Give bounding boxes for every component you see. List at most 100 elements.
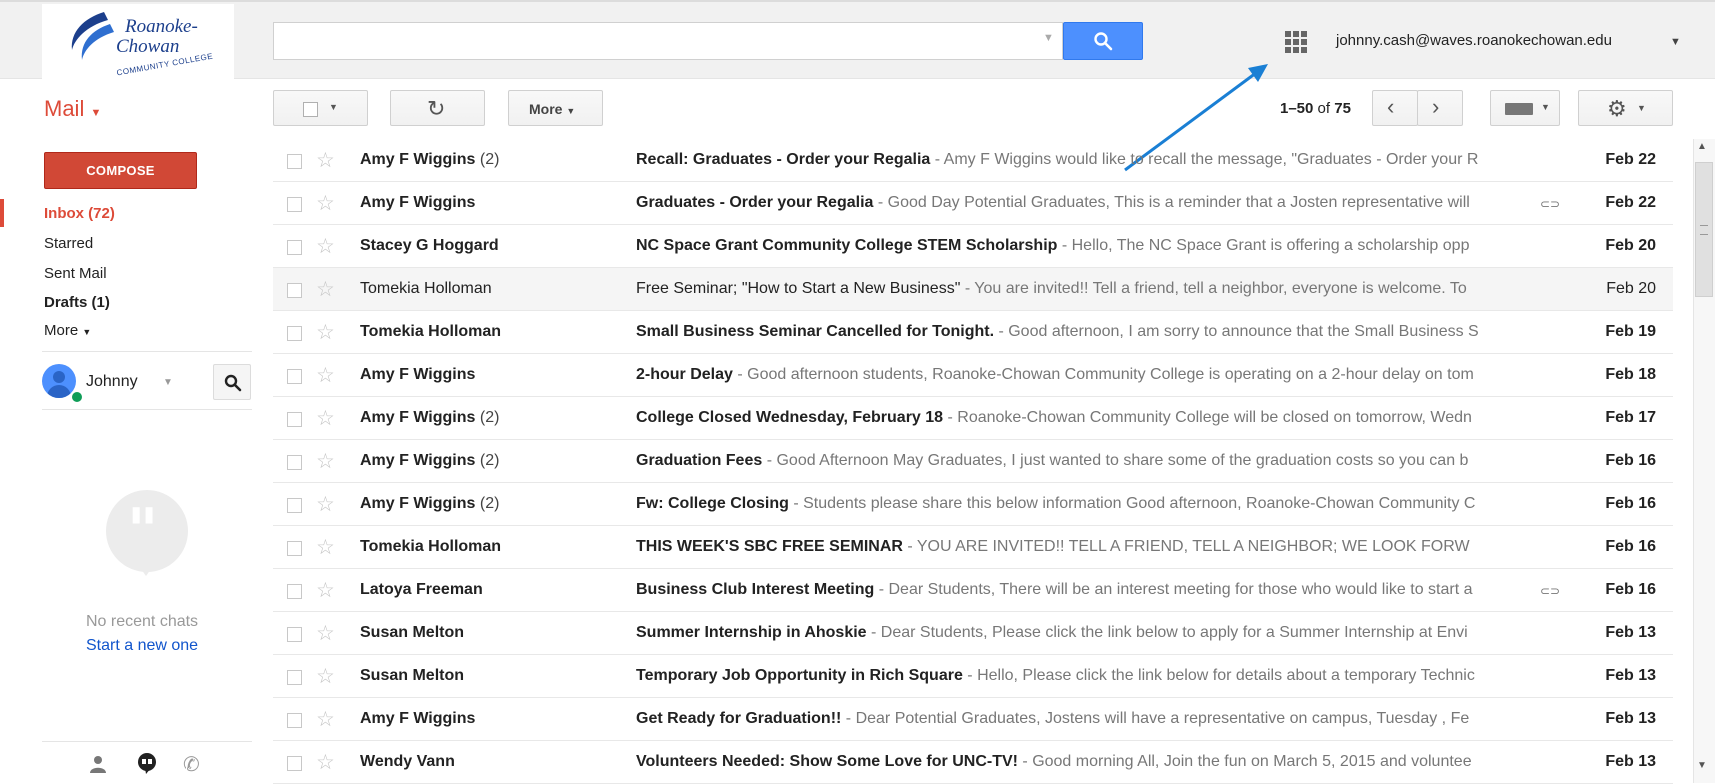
star-icon[interactable]: ☆ xyxy=(316,320,335,345)
search-button[interactable] xyxy=(1063,22,1143,60)
star-icon[interactable]: ☆ xyxy=(316,578,335,603)
message-date: Feb 19 xyxy=(1605,323,1656,340)
table-row[interactable]: ☆ Amy F Wiggins (2) Graduation Fees - Good… xyxy=(273,440,1673,483)
apps-grid-icon[interactable] xyxy=(1285,31,1307,53)
row-checkbox[interactable] xyxy=(287,541,302,556)
star-icon[interactable]: ☆ xyxy=(316,363,335,388)
table-row[interactable]: ☆ Latoya Freeman Business Club Interest Me… xyxy=(273,569,1673,612)
row-checkbox[interactable] xyxy=(287,412,302,427)
search-input[interactable] xyxy=(282,23,1026,59)
search-options-dropdown-icon[interactable]: ▼ xyxy=(1043,32,1054,44)
message-subject: THIS WEEK'S SBC FREE SEMINAR xyxy=(636,538,903,555)
message-snippet: - Good afternoon, I am sorry to announce… xyxy=(994,323,1479,340)
message-date: Feb 17 xyxy=(1605,409,1656,426)
row-checkbox[interactable] xyxy=(287,756,302,771)
sidebar-item-drafts[interactable]: Drafts (1) xyxy=(44,294,110,311)
table-row[interactable]: ☆ Amy F Wiggins Graduates - Order your Reg… xyxy=(273,182,1673,225)
table-row[interactable]: ☆ Amy F Wiggins (2) Recall: Graduates - Or… xyxy=(273,139,1673,182)
sidebar-item-more[interactable]: More ▼ xyxy=(44,322,91,339)
message-subject-line: Fw: College Closing - Students please sh… xyxy=(636,495,1532,513)
table-row[interactable]: ☆ Susan Melton Summer Internship in Ahoski… xyxy=(273,612,1673,655)
star-icon[interactable]: ☆ xyxy=(316,277,335,302)
message-snippet: - Hello, The NC Space Grant is offering … xyxy=(1057,237,1470,254)
sender-name: Amy F Wiggins xyxy=(360,495,476,512)
compose-button[interactable]: COMPOSE xyxy=(44,152,197,189)
row-checkbox[interactable] xyxy=(287,455,302,470)
sidebar-item-inbox[interactable]: Inbox (72) xyxy=(44,205,115,222)
table-row[interactable]: ☆ Tomekia Holloman Free Seminar; "How to S… xyxy=(273,268,1673,311)
table-row[interactable]: ☆ Amy F Wiggins Get Ready for Graduation!!… xyxy=(273,698,1673,741)
message-subject: Business Club Interest Meeting xyxy=(636,581,875,598)
row-checkbox[interactable] xyxy=(287,498,302,513)
sidebar-item-starred[interactable]: Starred xyxy=(44,235,93,252)
gear-icon: ⚙ xyxy=(1607,96,1627,121)
table-row[interactable]: ☆ Stacey G Hoggard NC Space Grant Communit… xyxy=(273,225,1673,268)
thread-count: (2) xyxy=(479,495,500,512)
table-row[interactable]: ☆ Amy F Wiggins (2) College Closed Wednesd… xyxy=(273,397,1673,440)
table-row[interactable]: ☆ Amy F Wiggins 2-hour Delay - Good aftern… xyxy=(273,354,1673,397)
sender-name: Amy F Wiggins xyxy=(360,409,476,426)
sidebar-item-sent-mail[interactable]: Sent Mail xyxy=(44,265,107,282)
refresh-button[interactable]: ↻ xyxy=(390,90,485,126)
star-icon[interactable]: ☆ xyxy=(316,621,335,646)
table-row[interactable]: ☆ Amy F Wiggins (2) Fw: College Closing - … xyxy=(273,483,1673,526)
sender-name: Susan Melton xyxy=(360,624,465,641)
star-icon[interactable]: ☆ xyxy=(316,406,335,431)
message-snippet: - YOU ARE INVITED!! TELL A FRIEND, TELL … xyxy=(902,538,1470,555)
row-checkbox[interactable] xyxy=(287,713,302,728)
star-icon[interactable]: ☆ xyxy=(316,148,335,173)
row-checkbox[interactable] xyxy=(287,584,302,599)
college-logo[interactable]: Roanoke- Chowan COMMUNITY COLLEGE xyxy=(42,4,234,80)
message-subject-line: Volunteers Needed: Show Some Love for UN… xyxy=(636,753,1532,771)
table-row[interactable]: ☆ Wendy Vann Volunteers Needed: Show Some … xyxy=(273,741,1673,784)
hangouts-status-dropdown-icon[interactable]: ▼ xyxy=(163,377,173,388)
star-icon[interactable]: ☆ xyxy=(316,449,335,474)
row-checkbox[interactable] xyxy=(287,326,302,341)
table-row[interactable]: ☆ Susan Melton Temporary Job Opportunity i… xyxy=(273,655,1673,698)
message-snippet: - You are invited!! Tell a friend, tell … xyxy=(960,280,1467,297)
message-subject: NC Space Grant Community College STEM Sc… xyxy=(636,237,1058,254)
row-checkbox[interactable] xyxy=(287,154,302,169)
row-checkbox[interactable] xyxy=(287,283,302,298)
row-checkbox[interactable] xyxy=(287,670,302,685)
phone-icon[interactable]: ✆ xyxy=(183,752,200,777)
newer-page-button[interactable]: ‹ xyxy=(1372,90,1418,126)
hangouts-icon[interactable] xyxy=(136,752,158,774)
star-icon[interactable]: ☆ xyxy=(316,535,335,560)
scroll-up-icon[interactable]: ▲ xyxy=(1697,141,1707,152)
row-checkbox[interactable] xyxy=(287,197,302,212)
star-icon[interactable]: ☆ xyxy=(316,492,335,517)
message-snippet: - Hello, Please click the link below for… xyxy=(962,667,1475,684)
input-tools-dropdown-icon: ▼ xyxy=(1541,102,1550,112)
message-sender: Amy F Wiggins (2) xyxy=(360,151,630,169)
row-checkbox[interactable] xyxy=(287,627,302,642)
select-all-button[interactable]: ▼ xyxy=(273,90,368,126)
start-new-chat-link[interactable]: Start a new one xyxy=(86,637,198,655)
scroll-down-icon[interactable]: ▼ xyxy=(1697,760,1707,771)
table-row[interactable]: ☆ Tomekia Holloman Small Business Seminar … xyxy=(273,311,1673,354)
pager-range: 1–50 xyxy=(1280,100,1314,117)
contacts-icon[interactable] xyxy=(89,755,107,773)
mail-switcher[interactable]: Mail ▼ xyxy=(44,96,101,122)
message-subject: 2-hour Delay xyxy=(636,366,733,383)
star-icon[interactable]: ☆ xyxy=(316,234,335,259)
select-all-checkbox[interactable] xyxy=(303,102,318,117)
paperclip-icon: ⊂⊃ xyxy=(1540,197,1561,211)
table-row[interactable]: ☆ Tomekia Holloman THIS WEEK'S SBC FREE SE… xyxy=(273,526,1673,569)
hangouts-user-name[interactable]: Johnny xyxy=(86,373,138,391)
row-checkbox[interactable] xyxy=(287,369,302,384)
account-dropdown-icon[interactable]: ▼ xyxy=(1670,36,1681,48)
older-page-button[interactable]: › xyxy=(1417,90,1463,126)
hangouts-divider xyxy=(42,409,252,410)
star-icon[interactable]: ☆ xyxy=(316,707,335,732)
account-email[interactable]: johnny.cash@waves.roanokechowan.edu xyxy=(1336,32,1612,49)
more-actions-button[interactable]: More ▼ xyxy=(508,90,603,126)
star-icon[interactable]: ☆ xyxy=(316,664,335,689)
settings-button[interactable]: ⚙ ▼ xyxy=(1578,90,1673,126)
row-checkbox[interactable] xyxy=(287,240,302,255)
hangouts-search-button[interactable] xyxy=(213,364,251,400)
input-tools-button[interactable]: ▼ xyxy=(1490,90,1560,126)
message-sender: Amy F Wiggins xyxy=(360,366,630,384)
star-icon[interactable]: ☆ xyxy=(316,191,335,216)
star-icon[interactable]: ☆ xyxy=(316,750,335,775)
